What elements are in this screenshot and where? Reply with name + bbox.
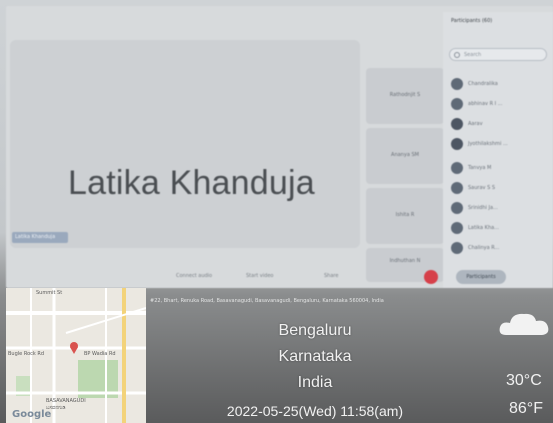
participant-item[interactable]: Latika Kha...: [451, 222, 547, 236]
participant-item[interactable]: abhinav R I ...: [451, 98, 547, 112]
participant-item[interactable]: Saurav S S: [451, 182, 547, 196]
end-call-button[interactable]: [424, 270, 438, 284]
avatar: [451, 182, 463, 194]
participants-title: Participants (60): [451, 18, 493, 24]
avatar: [451, 242, 463, 254]
monitor-screen: Latika Khanduja Latika Khanduja Rathodnj…: [6, 6, 553, 288]
address-line: #22, Bhart, Renuka Road, Basavanagudi, B…: [150, 298, 384, 304]
location-map: Summit St Bugle Rock Rd BP Wadia Rd BASA…: [6, 288, 146, 423]
participant-item[interactable]: Aarav: [451, 118, 547, 132]
side-video-tile[interactable]: Rathodnjit S: [366, 68, 444, 124]
temperature-fahrenheit: 86°F: [509, 400, 543, 417]
map-label: BP Wadia Rd: [84, 351, 116, 357]
avatar: [451, 222, 463, 234]
map-label: BASAVANAGUDI: [46, 398, 86, 404]
meeting-toolbar: Connect audio Start video Share Particip…: [156, 268, 553, 288]
map-label: Summit St: [36, 290, 63, 296]
map-label: Bugle Rock Rd: [8, 351, 45, 357]
avatar: [451, 98, 463, 110]
avatar: [451, 162, 463, 174]
participant-item[interactable]: Srinidhi Ja...: [451, 202, 547, 216]
side-video-tile[interactable]: Ishita R: [366, 188, 444, 244]
avatar: [451, 118, 463, 130]
main-video-tile[interactable]: Latika Khanduja: [10, 40, 360, 248]
participant-item[interactable]: Chalinya R...: [451, 242, 547, 256]
main-speaker-tag: Latika Khanduja: [12, 232, 68, 243]
avatar: [451, 78, 463, 90]
participant-item[interactable]: Chandralika: [451, 78, 547, 92]
participant-item[interactable]: Jyothilakshmi ...: [451, 138, 547, 152]
avatar: [451, 202, 463, 214]
video-button[interactable]: Start video: [246, 273, 273, 279]
participant-item[interactable]: Tanvya M: [451, 162, 547, 176]
datetime-label: 2022-05-25(Wed) 11:58(am): [226, 403, 404, 419]
audio-button[interactable]: Connect audio: [176, 273, 212, 279]
state-label: Karnataka: [278, 348, 352, 365]
participants-button[interactable]: Participants: [456, 270, 506, 284]
participants-panel: Participants (60) Search Chandralika abh…: [443, 12, 553, 288]
google-logo: Google: [12, 409, 52, 420]
temperature-celsius: 30°C: [506, 372, 542, 389]
city-label: Bengaluru: [278, 322, 352, 339]
main-speaker-name: Latika Khanduja: [68, 164, 315, 202]
side-video-tile[interactable]: Ananya SM: [366, 128, 444, 184]
avatar: [451, 138, 463, 150]
participants-search[interactable]: Search: [449, 48, 547, 61]
search-icon: [454, 52, 460, 58]
country-label: India: [297, 374, 333, 391]
share-button[interactable]: Share: [324, 273, 338, 279]
cloud-icon: [499, 313, 549, 335]
